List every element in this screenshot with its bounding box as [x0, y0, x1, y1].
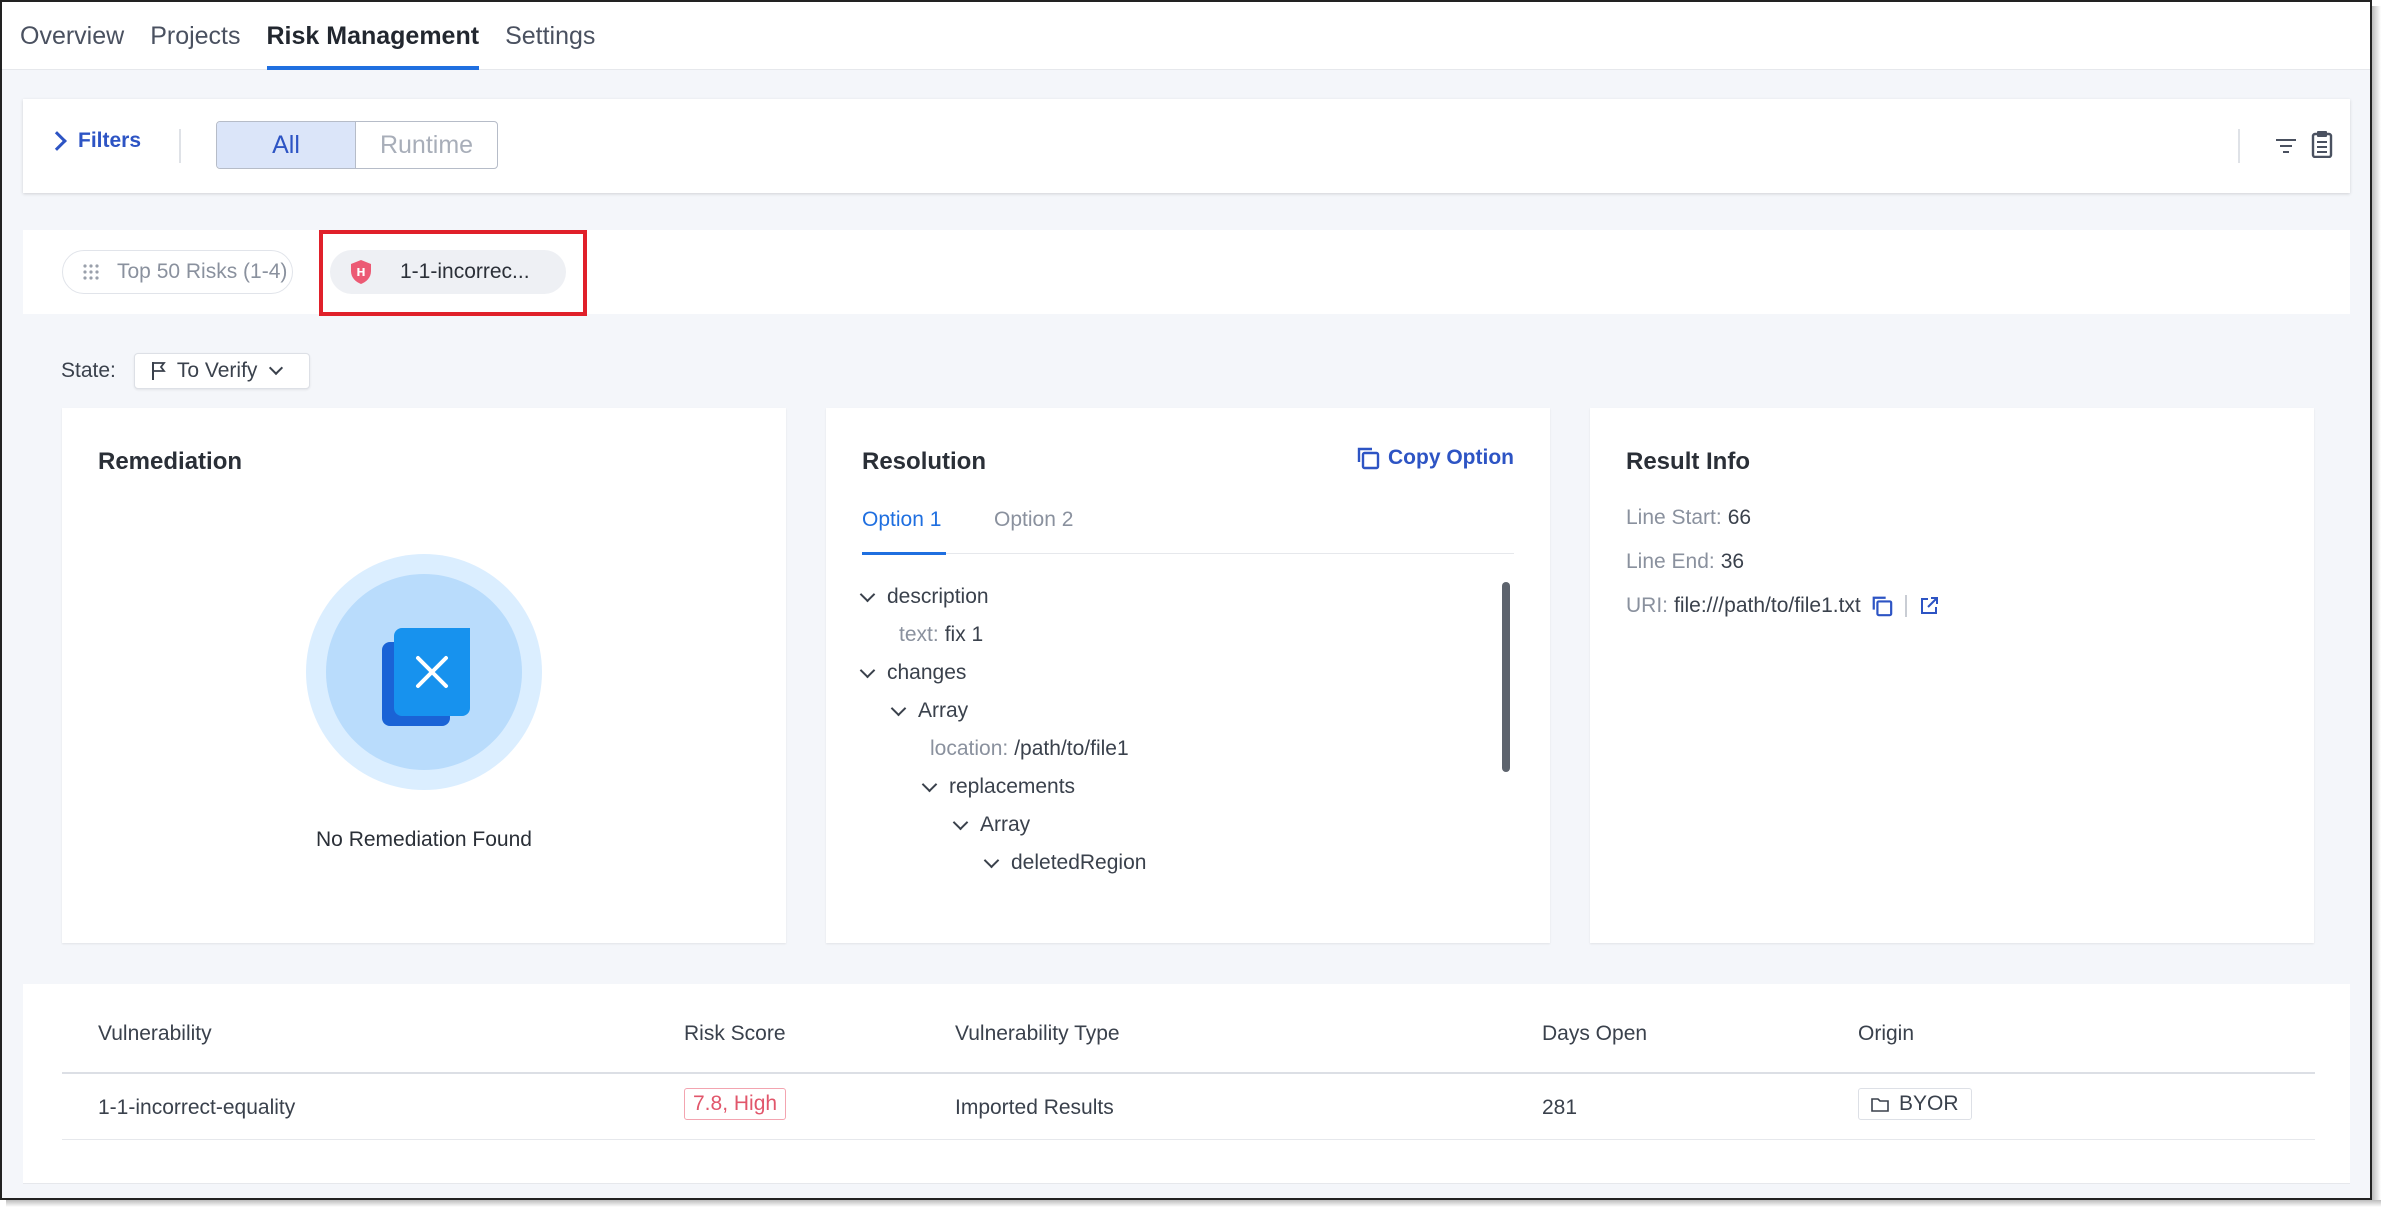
tree-node[interactable]: changes: [859, 658, 967, 688]
state-label: State:: [61, 359, 116, 382]
scrollbar[interactable]: [1502, 582, 1510, 772]
tree-leaf-value: fix 1: [944, 623, 984, 646]
chevron-down-icon: [921, 776, 938, 792]
remediation-title: Remediation: [98, 448, 243, 475]
tree-node-label: Array: [918, 699, 969, 722]
filter-bar: Filters All Runtime: [23, 99, 2350, 193]
copy-icon[interactable]: [1871, 595, 1893, 617]
app-frame: Overview Projects Risk Management Settin…: [0, 0, 2372, 1200]
copy-icon: [1357, 447, 1380, 470]
state-value: To Verify: [176, 359, 258, 382]
line-start-label: Line Start:: [1626, 506, 1722, 529]
origin-badge: BYOR: [1858, 1088, 1972, 1120]
chevron-down-icon: [269, 360, 284, 376]
line-end-value: 36: [1720, 550, 1745, 573]
tree-node[interactable]: deletedRegion: [983, 848, 1147, 878]
segment-runtime[interactable]: Runtime: [356, 122, 497, 168]
filters-label: Filters: [78, 129, 142, 152]
resolution-panel: Resolution Copy Option Option 1 Option 2…: [826, 408, 1550, 943]
line-end-row: Line End: 36: [1626, 550, 1744, 574]
tree-node-label: Array: [980, 813, 1031, 836]
uri-row: URI: file:///path/to/file1.txt: [1626, 594, 1939, 618]
tree-leaf: text: fix 1: [899, 620, 983, 650]
filter-icon[interactable]: [2275, 136, 2297, 156]
uri-value: file:///path/to/file1.txt: [1674, 594, 1861, 617]
tree-node-label: description: [887, 585, 989, 608]
line-start-value: 66: [1727, 506, 1752, 529]
tree-node[interactable]: Array: [952, 810, 1031, 840]
result-info-title: Result Info: [1626, 448, 1750, 475]
tree-node-label: changes: [887, 661, 967, 684]
cell-days-open: 281: [1542, 1096, 1578, 1119]
tab-overview[interactable]: Overview: [20, 2, 124, 70]
resolution-title: Resolution: [862, 448, 986, 475]
external-link-icon[interactable]: [1919, 596, 1939, 616]
close-icon: [416, 656, 448, 688]
grid-icon: [83, 264, 99, 280]
col-vulnerability[interactable]: Vulnerability: [98, 1022, 212, 1046]
tree-leaf-value: /path/to/file1: [1014, 737, 1129, 760]
risk-tab-strip: Top 50 Risks (1-4) H 1-1-incorrec...: [23, 230, 2350, 316]
result-info-panel: Result Info Line Start: 66 Line End: 36 …: [1590, 408, 2314, 943]
col-origin[interactable]: Origin: [1858, 1022, 1914, 1046]
divider: [2238, 129, 2240, 163]
origin-value: BYOR: [1899, 1092, 1959, 1115]
copy-option-label: Copy Option: [1388, 446, 1514, 469]
tree-node-label: replacements: [949, 775, 1076, 798]
remediation-panel: Remediation No Remediation Found: [62, 408, 786, 943]
tree-node[interactable]: replacements: [921, 772, 1076, 802]
tab-projects[interactable]: Projects: [150, 2, 240, 70]
uri-label: URI:: [1626, 594, 1668, 617]
flag-icon: [151, 362, 166, 380]
chevron-right-icon: [47, 131, 67, 151]
tree-leaf: location:/path/to/file1: [930, 734, 1129, 764]
tab-top-risks-label: Top 50 Risks (1-4): [117, 260, 288, 283]
tree-leaf-key: text:: [899, 623, 939, 646]
filters-toggle[interactable]: Filters: [47, 129, 142, 153]
tree-node[interactable]: Array: [890, 696, 969, 726]
no-remediation-illustration: [306, 554, 542, 790]
chevron-down-icon: [859, 586, 876, 602]
risk-detail-card: Top 50 Risks (1-4) H 1-1-incorrec... Sta…: [23, 230, 2350, 990]
divider: [179, 129, 181, 163]
table-row[interactable]: 1-1-incorrect-equality 7.8, High Importe…: [62, 1074, 2315, 1140]
line-end-label: Line End:: [1626, 550, 1715, 573]
vulnerability-table: Vulnerability Risk Score Vulnerability T…: [23, 984, 2350, 1184]
risk-score-badge: 7.8, High: [684, 1088, 787, 1120]
top-nav: Overview Projects Risk Management Settin…: [2, 2, 2370, 70]
chevron-down-icon: [983, 852, 1000, 868]
copy-option-button[interactable]: Copy Option: [1356, 446, 1514, 470]
tree-node-label: deletedRegion: [1011, 851, 1147, 874]
line-start-row: Line Start: 66: [1626, 506, 1751, 530]
divider: [1904, 595, 1907, 617]
tree-node[interactable]: description: [859, 582, 989, 612]
tab-settings[interactable]: Settings: [505, 2, 595, 70]
chevron-down-icon: [952, 814, 969, 830]
tab-risk-management[interactable]: Risk Management: [266, 2, 479, 70]
option-tabs: Option 1 Option 2: [862, 508, 1514, 555]
highlight-box: [319, 230, 587, 316]
state-dropdown[interactable]: To Verify: [133, 353, 310, 389]
folder-icon: [1871, 1097, 1889, 1112]
tab-option-2[interactable]: Option 2: [994, 508, 1073, 554]
tab-option-1[interactable]: Option 1: [862, 508, 947, 555]
table-header: Vulnerability Risk Score Vulnerability T…: [62, 1022, 2315, 1074]
segment-all[interactable]: All: [217, 122, 356, 168]
chevron-down-icon: [859, 662, 876, 678]
state-row: State: To Verify: [61, 353, 310, 389]
tab-top-risks[interactable]: Top 50 Risks (1-4): [62, 250, 293, 294]
clipboard-icon[interactable]: [2311, 130, 2333, 158]
cell-vulnerability: 1-1-incorrect-equality: [98, 1096, 296, 1119]
no-remediation-message: No Remediation Found: [316, 828, 532, 851]
col-vulnerability-type[interactable]: Vulnerability Type: [955, 1022, 1120, 1046]
scope-segmented-control: All Runtime: [216, 121, 498, 169]
chevron-down-icon: [890, 700, 907, 716]
col-risk-score[interactable]: Risk Score: [684, 1022, 786, 1046]
tree-leaf-key: location:: [930, 737, 1009, 760]
col-days-open[interactable]: Days Open: [1542, 1022, 1647, 1046]
cell-vulnerability-type: Imported Results: [955, 1096, 1114, 1119]
